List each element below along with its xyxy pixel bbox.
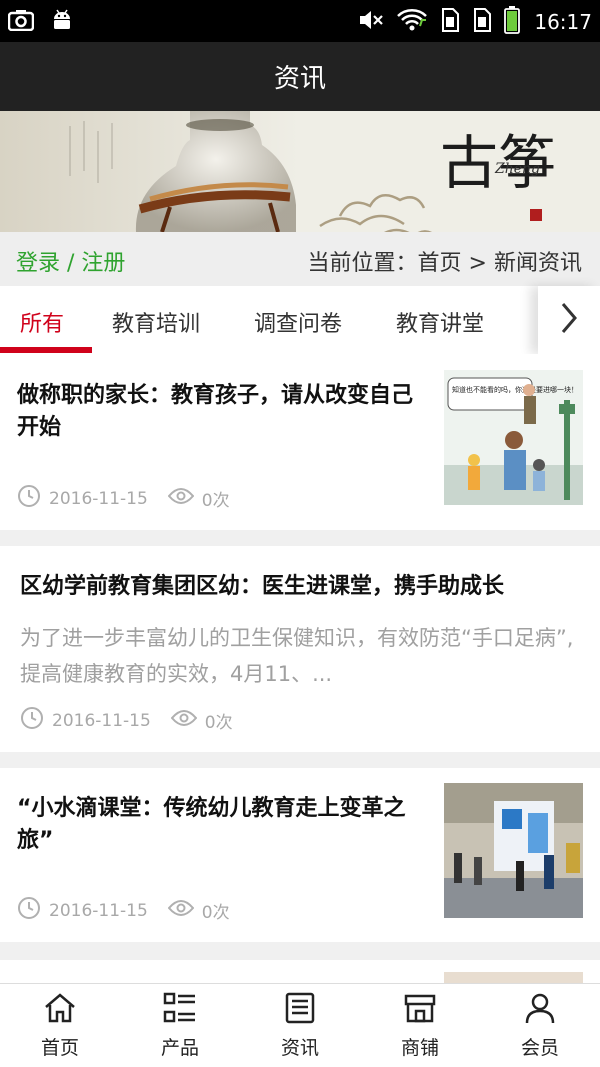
news-icon <box>283 992 317 1029</box>
news-title: “小水滴课堂：传统幼儿教育走上变革之旅” <box>17 796 406 853</box>
news-item[interactable]: 做称职的家长：教育孩子，请从改变自己开始 2016-11-15 0次 知道也不能… <box>0 354 600 530</box>
auth-separator: / <box>60 251 82 276</box>
news-meta: 2016-11-15 0次 <box>17 896 230 925</box>
mute-icon <box>358 8 384 36</box>
android-icon <box>50 8 74 36</box>
nav-member[interactable]: 会员 <box>480 984 600 1067</box>
category-tabs: 所有 教育培训 调查问卷 教育讲堂 <box>0 286 600 354</box>
news-date: 2016-11-15 <box>49 488 148 509</box>
battery-icon <box>504 6 521 38</box>
news-title: 做称职的家长：教育孩子，请从改变自己开始 <box>17 383 414 440</box>
clock-icon <box>17 896 41 925</box>
nav-news[interactable]: 资讯 <box>240 984 360 1067</box>
tab-education-lecture[interactable]: 教育讲堂 <box>396 306 484 338</box>
wifi-icon <box>396 8 428 36</box>
nav-home[interactable]: 首页 <box>0 984 120 1067</box>
home-icon <box>43 992 77 1029</box>
news-date: 2016-11-15 <box>49 900 148 921</box>
guzheng-banner-art: 古筝 Zheng <box>0 111 600 232</box>
clock-time: 16:17 <box>534 10 592 34</box>
active-tab-indicator <box>0 347 92 353</box>
title-bar: 资讯 <box>0 42 600 111</box>
shop-icon <box>403 992 437 1029</box>
news-title: 区幼学前教育集团区幼：医生进课堂，携手助成长 <box>20 574 505 599</box>
clock-icon <box>17 484 41 513</box>
nav-news-label: 资讯 <box>280 1036 319 1059</box>
tab-survey[interactable]: 调查问卷 <box>254 306 342 338</box>
news-meta: 2016-11-15 0次 <box>17 484 230 513</box>
chevron-right-icon <box>559 301 579 339</box>
breadcrumb-label: 当前位置： <box>307 251 418 276</box>
eye-icon <box>167 898 195 923</box>
news-thumbnail <box>444 783 583 918</box>
banner-logo-pinyin: Zheng <box>494 161 540 177</box>
location-row: 登录 / 注册 当前位置：首页 > 新闻资讯 <box>0 232 600 286</box>
tab-all[interactable]: 所有 <box>20 306 64 338</box>
app-screen: 16:17 资讯 古筝 Zheng 登录 / 注册 当前位置：首页 > 新闻资讯… <box>0 0 600 1067</box>
nav-products-label: 产品 <box>160 1036 199 1059</box>
news-thumbnail <box>444 972 583 983</box>
news-item[interactable]: “小水滴课堂：传统幼儿教育走上变革之旅” 2016-11-15 0次 <box>0 768 600 942</box>
breadcrumb-home[interactable]: 首页 <box>418 251 462 276</box>
thumbnail-caption: 知道也不能看的吗，你这是要进哪一块！ <box>452 385 578 394</box>
sim1-icon <box>440 7 460 37</box>
member-icon <box>523 992 557 1029</box>
page-title: 资讯 <box>273 64 326 94</box>
tabs-scroll-right-button[interactable] <box>538 286 600 354</box>
auth-links: 登录 / 注册 <box>16 245 125 277</box>
login-link[interactable]: 登录 <box>16 251 60 276</box>
news-item[interactable]: 区幼学前教育集团区幼：医生进课堂，携手助成长 为了进一步丰富幼儿的卫生保健知识，… <box>0 546 600 752</box>
news-date: 2016-11-15 <box>52 710 151 731</box>
news-summary: 为了进一步丰富幼儿的卫生保健知识，有效防范“手口足病”,提高健康教育的实效，4月… <box>20 626 574 686</box>
news-thumbnail: 知道也不能看的吗，你这是要进哪一块！ <box>444 370 583 505</box>
news-views: 0次 <box>201 491 230 511</box>
news-views: 0次 <box>201 903 230 923</box>
clock-icon <box>20 706 44 735</box>
bottom-nav: 首页 产品 资讯 商铺 会员 <box>0 983 600 1067</box>
nav-home-label: 首页 <box>40 1036 79 1059</box>
news-meta: 2016-11-15 0次 <box>20 706 233 735</box>
breadcrumb-separator: > <box>461 251 494 276</box>
status-bar: 16:17 <box>0 0 600 42</box>
eye-icon <box>167 486 195 511</box>
breadcrumb: 当前位置：首页 > 新闻资讯 <box>308 245 582 277</box>
camera-icon <box>7 9 35 35</box>
eye-icon <box>170 708 198 733</box>
sim2-icon <box>472 7 492 37</box>
nav-products[interactable]: 产品 <box>120 984 240 1067</box>
news-item-partial[interactable] <box>0 960 600 983</box>
product-list-icon <box>163 992 197 1029</box>
news-views: 0次 <box>204 713 233 733</box>
nav-member-label: 会员 <box>520 1036 559 1059</box>
breadcrumb-current: 新闻资讯 <box>493 251 582 276</box>
nav-shop[interactable]: 商铺 <box>360 984 480 1067</box>
banner-image[interactable]: 古筝 Zheng <box>0 111 600 232</box>
register-link[interactable]: 注册 <box>81 251 125 276</box>
nav-shop-label: 商铺 <box>400 1036 439 1059</box>
tab-education-training[interactable]: 教育培训 <box>112 306 200 338</box>
